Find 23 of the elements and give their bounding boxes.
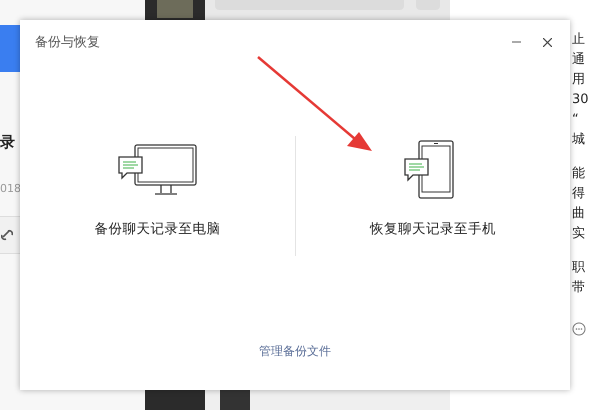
article-text: 能: [572, 165, 586, 183]
link-icon[interactable]: [1, 229, 13, 241]
close-icon: [542, 38, 552, 46]
article-text: 止: [572, 31, 586, 49]
backup-option[interactable]: 恢复聊天记录至手机: [296, 136, 570, 256]
article-text: 30: [572, 91, 590, 109]
article-heading: 录: [0, 132, 16, 152]
manage-backups-link[interactable]: 管理备份文件: [259, 343, 331, 360]
article-text: 带: [572, 279, 586, 297]
article-text: 职: [572, 259, 586, 277]
minimize-icon: [512, 41, 520, 43]
backup-option[interactable]: 备份聊天记录至电脑: [20, 136, 294, 256]
article-date: 018: [0, 182, 22, 196]
article-text: 曲: [572, 205, 586, 223]
comment-icon[interactable]: [572, 322, 586, 336]
article-text: 城: [572, 131, 586, 149]
article-text: 实: [572, 225, 586, 243]
article-text: 得: [572, 185, 586, 203]
article-text: “: [572, 111, 580, 129]
dialog-title: 备份与恢复: [35, 34, 101, 51]
article-text: 通: [572, 51, 586, 69]
avatar-placeholder: [220, 390, 250, 410]
article-text: 用: [572, 71, 586, 89]
